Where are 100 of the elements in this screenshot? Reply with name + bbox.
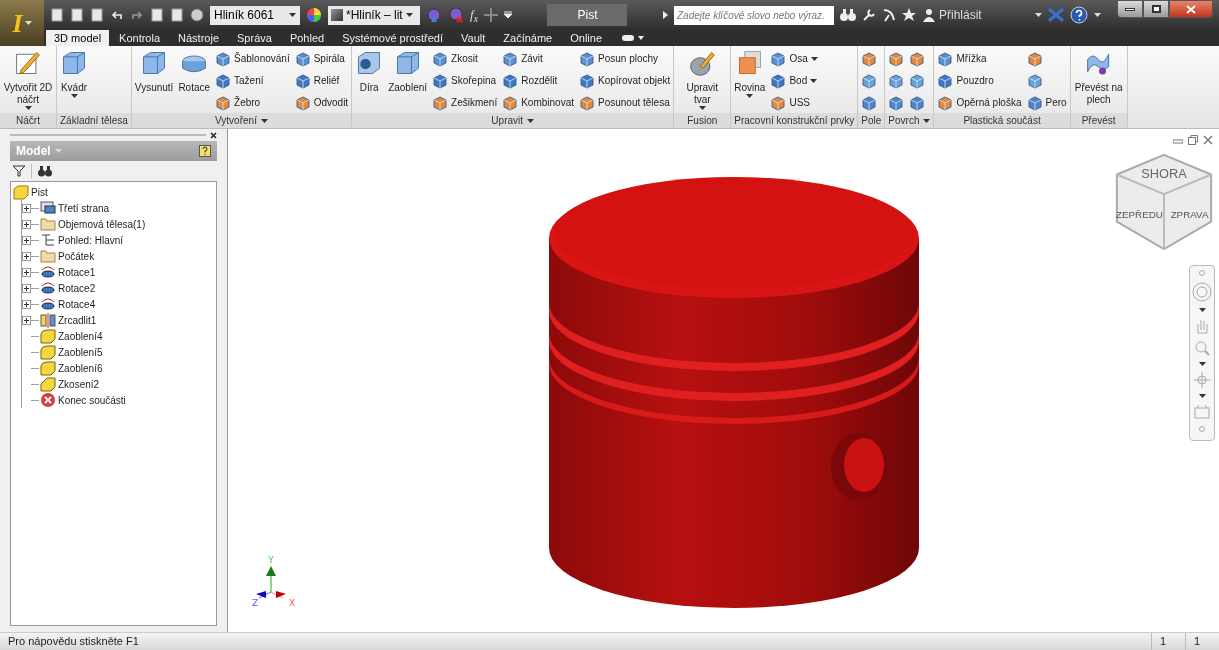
ribbon-button[interactable]: Spirála	[292, 48, 351, 69]
ribbon-button[interactable]: Rotace	[176, 46, 213, 113]
ribbon-button[interactable]: Posun plochy	[577, 48, 673, 69]
tree-item[interactable]: Konec součásti	[58, 392, 126, 408]
tree-item[interactable]: Pist	[31, 184, 48, 200]
panel-title[interactable]: Povrch	[885, 113, 934, 128]
tool-icon[interactable]	[579, 50, 595, 67]
material-dropdown[interactable]: Hliník 6061	[210, 5, 300, 25]
tool-icon[interactable]	[579, 72, 595, 89]
panel-title[interactable]: Základní tělesa	[57, 113, 131, 128]
tool-icon[interactable]	[215, 50, 232, 67]
tool-icon[interactable]	[937, 50, 954, 67]
expand-icon[interactable]	[22, 251, 31, 261]
expand-icon[interactable]	[22, 203, 31, 213]
tool-icon[interactable]	[770, 94, 787, 111]
ribbon-button[interactable]: Pouzdro	[935, 70, 1024, 91]
online-toggle-icon[interactable]	[622, 33, 644, 43]
wrench-icon[interactable]	[862, 8, 876, 22]
ribbon-button[interactable]: Zkosit	[430, 48, 500, 69]
ribbon-button[interactable]: Vysunutí	[132, 46, 176, 113]
tool-icon[interactable]	[215, 94, 232, 111]
panel-title[interactable]: Vytvoření	[131, 113, 352, 128]
help-icon[interactable]	[199, 145, 211, 157]
binoculars-icon[interactable]	[38, 165, 52, 177]
plus-icon[interactable]	[483, 8, 498, 22]
tool-icon[interactable]	[294, 50, 311, 67]
tool-icon[interactable]	[1026, 50, 1043, 67]
ribbon-button[interactable]: Skořepina	[430, 70, 500, 91]
ribbon-button[interactable]: Reliéf	[292, 70, 351, 91]
expand-icon[interactable]	[22, 235, 31, 245]
ribbon-button[interactable]: Kvádr	[58, 46, 90, 113]
undo-icon[interactable]	[110, 8, 124, 22]
tool-icon[interactable]	[770, 50, 787, 67]
expand-icon[interactable]	[22, 299, 31, 309]
ribbon-button[interactable]: Rozdělit	[500, 70, 576, 91]
expand-icon[interactable]	[22, 315, 31, 325]
ribbon-tab[interactable]: Pohled	[281, 30, 333, 46]
tool-icon[interactable]	[294, 94, 311, 111]
ribbon-button[interactable]: Upravit tvar	[675, 46, 730, 113]
panel-title[interactable]: Upravit	[352, 113, 674, 128]
tree-item[interactable]: Třetí strana	[58, 200, 110, 216]
ribbon-tab[interactable]: Kontrola	[111, 30, 169, 46]
ribbon-button[interactable]: Rovina	[732, 46, 768, 113]
app-menu-button[interactable]: I	[0, 0, 44, 46]
ribbon-button[interactable]: Žebro	[213, 92, 292, 113]
tree-item[interactable]: Objemová tělesa(1)	[58, 216, 146, 232]
tree-item[interactable]: Zkosení2	[58, 376, 100, 392]
close-button[interactable]	[1169, 0, 1213, 18]
maximize-button[interactable]	[1143, 0, 1169, 18]
ribbon-button[interactable]: Zaoblení	[386, 46, 430, 113]
ribbon-tab[interactable]: Systémové prostředí	[334, 30, 452, 46]
ribbon-button[interactable]: Pero	[1024, 92, 1069, 113]
search-field[interactable]: Zadejte klíčové slovo nebo výraz.	[674, 5, 834, 25]
clear-color-icon[interactable]	[448, 7, 464, 23]
binoculars-icon[interactable]	[840, 8, 856, 22]
ribbon-button[interactable]: Opěrná ploška	[935, 92, 1024, 113]
ribbon-tab[interactable]: 3D model	[46, 30, 110, 46]
ribbon-button[interactable]: Tažení	[213, 70, 292, 91]
tool-icon[interactable]	[432, 72, 449, 89]
ribbon-button[interactable]: Kombinovat	[500, 92, 576, 113]
ribbon-tab[interactable]: Nástroje	[170, 30, 228, 46]
tree-item[interactable]: Zaoblení5	[58, 344, 103, 360]
ribbon-button[interactable]: Šablonování	[213, 48, 292, 69]
tree-item[interactable]: Zaoblení6	[58, 360, 103, 376]
ribbon-tab[interactable]: Online	[562, 30, 610, 46]
ribbon-button[interactable]: Závit	[500, 48, 576, 69]
panel-title[interactable]: Pracovní konstrukční prvky	[731, 113, 858, 128]
panel-title[interactable]: Pole	[858, 113, 885, 128]
expand-icon[interactable]	[22, 219, 31, 229]
tool-icon[interactable]	[770, 72, 787, 89]
ribbon-button[interactable]: Převést na plech	[1071, 46, 1126, 113]
tool-icon[interactable]	[937, 72, 954, 89]
exchange-icon[interactable]	[1048, 8, 1064, 22]
tool-icon[interactable]	[502, 50, 519, 67]
ribbon-button[interactable]: Odvodit	[292, 92, 351, 113]
filter-icon[interactable]	[13, 165, 25, 177]
minimize-button[interactable]	[1117, 0, 1143, 18]
ribbon-tab[interactable]: Začínáme	[495, 30, 561, 46]
ribbon-button[interactable]: Kopírovat objekt	[577, 70, 673, 91]
expand-icon[interactable]	[22, 283, 31, 293]
customize-icon[interactable]	[503, 11, 512, 19]
ribbon-button[interactable]: USS	[768, 92, 820, 113]
tree-item[interactable]: Rotace2	[58, 280, 96, 296]
tool-icon[interactable]	[937, 94, 954, 111]
tree-item[interactable]: Rotace4	[58, 296, 96, 312]
tool-icon[interactable]	[579, 94, 595, 111]
tool-icon[interactable]	[215, 72, 232, 89]
ribbon-button[interactable]: Vytvořit 2D náčrt	[1, 46, 55, 113]
tool-icon[interactable]	[432, 94, 449, 111]
tree-item[interactable]: Rotace1	[58, 264, 96, 280]
tool-icon[interactable]	[502, 94, 519, 111]
redo-icon[interactable]	[130, 8, 144, 22]
tool-icon[interactable]	[1026, 94, 1043, 111]
ribbon-button[interactable]: Bod	[768, 70, 820, 91]
ribbon-button[interactable]: Posunout tělesa	[577, 92, 673, 113]
ribbon-button[interactable]: Zešikmení	[430, 92, 500, 113]
new-file-icon[interactable]	[50, 8, 64, 22]
tree-item[interactable]: Zaoblení4	[58, 328, 103, 344]
panel-title[interactable]: Náčrt	[0, 113, 56, 128]
tool-icon[interactable]	[294, 72, 311, 89]
